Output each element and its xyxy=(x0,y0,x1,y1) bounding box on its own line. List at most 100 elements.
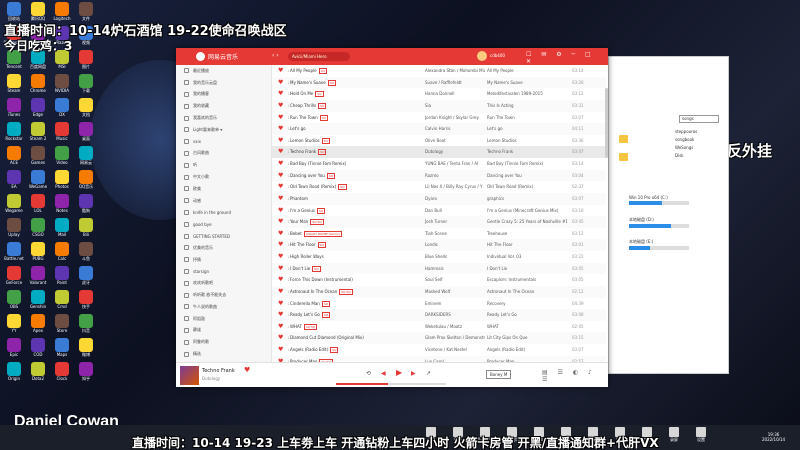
desktop-icon[interactable]: iTunes xyxy=(5,98,23,122)
desktop-icon[interactable]: GeForce xyxy=(5,266,23,290)
track-title[interactable]: All My People SQ xyxy=(290,68,418,74)
track-row[interactable]: ♥ ↓ Angels (Radio Edit) SQ Vicetone / Kat Ne… xyxy=(272,344,606,356)
track-album[interactable]: Recovery xyxy=(487,301,567,306)
track-title[interactable]: Hold On Me SQ xyxy=(290,91,418,98)
heart-icon[interactable]: ♥ xyxy=(278,160,283,167)
desktop-icon[interactable]: 微博 xyxy=(77,338,95,362)
track-album[interactable]: Angels (Radio Edit) xyxy=(487,347,567,352)
loop-icon[interactable]: ⟲ xyxy=(366,370,371,377)
heart-icon[interactable]: ♥ xyxy=(244,366,250,374)
desktop-icon[interactable]: Edge xyxy=(29,98,47,122)
track-artist[interactable]: Vicetone / Kat Nestel xyxy=(425,347,485,352)
window-controls[interactable]: ☐ ✉ ⚙ ─ □ ✕ xyxy=(526,51,608,65)
track-album[interactable]: Run The Town xyxy=(487,115,567,120)
heart-icon[interactable]: ♥ xyxy=(278,125,283,132)
avatar[interactable] xyxy=(477,51,487,61)
explorer-row[interactable]: WeSongs xyxy=(675,145,693,150)
sidebar-item[interactable]: sxix xyxy=(176,136,271,148)
heart-icon[interactable]: ♥ xyxy=(278,300,283,307)
sidebar-item[interactable]: 动感 xyxy=(176,195,271,207)
track-row[interactable]: ♥ ↓ Hold On Me SQ Hanna Donnell Melodifestiva… xyxy=(272,88,606,100)
track-album[interactable]: Escapism: Instrumentals xyxy=(487,277,567,282)
desktop-icon[interactable]: Valorant xyxy=(29,266,47,290)
track-row[interactable]: ♥ ↓ WHAT SQ SQ Weketulau / Maatz WHAT 02:45 xyxy=(272,321,606,333)
desktop-icon[interactable]: Uplay xyxy=(5,218,23,242)
heart-icon[interactable]: ♥ xyxy=(278,323,283,330)
track-album[interactable]: Hit The Floor xyxy=(487,242,567,247)
track-row[interactable]: ♥ ↓ Let's go Calvin Harris Let's go 04:11 xyxy=(272,123,606,135)
desktop-icon[interactable]: CSGO xyxy=(29,218,47,242)
sidebar-item[interactable]: 我的收藏 xyxy=(176,100,271,112)
explorer-row[interactable]: songbook xyxy=(675,137,694,142)
track-album[interactable]: Techno Frank xyxy=(487,149,567,154)
track-title[interactable]: High Roller Ways xyxy=(290,254,418,259)
track-title[interactable]: Old Town Road (Remix) SQ xyxy=(290,184,418,191)
track-row[interactable]: ♥ ↓ Bebet (CRAZY BOMB* Remix) Tiah Scene Tree… xyxy=(272,228,606,240)
desktop-icon[interactable]: Maps xyxy=(53,338,71,362)
track-album[interactable]: This Is Acting xyxy=(487,103,567,108)
track-title[interactable]: Run The Town SQ xyxy=(290,114,418,121)
album-cover[interactable] xyxy=(180,366,199,385)
back-arrow-icon[interactable]: ‹ › xyxy=(272,52,279,59)
desktop-icon[interactable]: Video xyxy=(53,146,71,170)
track-artist[interactable]: Dyaro xyxy=(425,196,485,201)
track-artist[interactable]: Masked Wolf xyxy=(425,289,485,294)
desktop-icon[interactable]: 快手 xyxy=(77,290,95,314)
progress-bar[interactable] xyxy=(336,383,446,385)
sidebar-item[interactable]: 欧美 xyxy=(176,183,271,195)
sidebar-item[interactable]: 午人说的歌曲 xyxy=(176,301,271,313)
heart-icon[interactable]: ♥ xyxy=(278,148,283,155)
heart-icon[interactable]: ♥ xyxy=(278,334,283,341)
desktop-icon[interactable]: 抖音 xyxy=(77,314,95,338)
track-title[interactable]: Techno Frank SQ xyxy=(290,149,418,156)
track-title[interactable]: WHAT SQ SQ xyxy=(290,323,418,330)
track-artist[interactable]: Glam Prox Skelton / Demonstrat xyxy=(425,335,485,340)
desktop-icon[interactable]: PUBG xyxy=(29,242,47,266)
track-album[interactable]: Lit City Gips On Que xyxy=(487,335,567,340)
desktop-icon[interactable]: OBS xyxy=(5,290,23,314)
sidebar-item[interactable]: Light要来歌单 ▾ xyxy=(176,124,271,136)
track-row[interactable]: ♥ ↓ Cheap Thrills SQ Sia This Is Acting 03:31 xyxy=(272,99,606,112)
sidebar-item[interactable]: 古风歌曲 xyxy=(176,148,271,160)
sidebar-item[interactable]: GETTING STARTED xyxy=(176,230,271,242)
track-album[interactable]: Bad Boy (Tinnie Fam Remix) xyxy=(487,161,567,166)
drive-item[interactable]: Win 10 Pro x64 (C:) xyxy=(629,195,693,205)
sidebar-item[interactable]: 中文小歌 xyxy=(176,171,271,183)
drive-item[interactable]: 本地磁盘 (D:) xyxy=(629,217,693,228)
folder-icon[interactable] xyxy=(619,153,628,161)
desktop-icon[interactable]: Calc xyxy=(53,242,71,266)
desktop-icon[interactable]: NVIDIA xyxy=(53,74,71,98)
track-row[interactable]: ♥ ↓ Ready Let's Go SQ DARKSIDERS Ready Let's … xyxy=(272,309,606,321)
track-artist[interactable]: Razmo xyxy=(425,173,485,178)
heart-icon[interactable]: ♥ xyxy=(278,183,283,190)
track-artist[interactable]: YUNG BAE / Tenta Fran / AI xyxy=(425,161,485,166)
track-album[interactable]: Gentle Crazy 5: 25 Years of Nashville #1… xyxy=(487,219,567,224)
track-artist[interactable]: Soul Self xyxy=(425,277,485,282)
track-title[interactable]: I Don't Lie SQ xyxy=(290,265,418,272)
track-row[interactable]: ♥ ↓ Lemon Studios SQ Olive Beat Lemon Studios… xyxy=(272,135,606,147)
track-album[interactable]: Astronaut In The Ocean xyxy=(487,289,567,294)
music-player-window[interactable]: 网易云音乐 ‹ › Avicii/Miami Hero cdb400 ☐ ✉ ⚙… xyxy=(176,48,608,387)
heart-icon[interactable]: ♥ xyxy=(278,90,283,97)
track-artist[interactable]: Lil Nas X / Billy Ray Cyrus / Y xyxy=(425,184,485,189)
heart-icon[interactable]: ♥ xyxy=(278,276,283,283)
desktop-icon[interactable]: YY xyxy=(5,314,23,338)
desktop-icon[interactable]: EA xyxy=(5,170,23,194)
track-artist[interactable]: Calvin Harris xyxy=(425,126,485,131)
track-title[interactable]: Your Man SQ SQ xyxy=(290,219,418,226)
heart-icon[interactable]: ♥ xyxy=(278,195,283,202)
desktop-icon[interactable]: 知乎 xyxy=(77,362,95,386)
desktop-icon[interactable]: Steam 2 xyxy=(29,122,47,146)
track-list[interactable]: ♥ ↓ All My People SQ Alexandra Stan / Mohomb… xyxy=(272,65,606,362)
sidebar-item[interactable]: 我的播客 xyxy=(176,89,271,101)
desktop-icon[interactable]: 下载 xyxy=(77,74,95,98)
track-row[interactable]: ♥ ↓ Run The Town SQ Jordan Knight / Skylar G… xyxy=(272,112,606,124)
desktop-icon[interactable]: Paint xyxy=(53,266,71,290)
track-row[interactable]: ♥ ↓ Your Man SQ SQ Josh Turner Gentle Crazy 5… xyxy=(272,216,606,228)
sidebar-item[interactable]: 优美的音乐 xyxy=(176,242,271,254)
heart-icon[interactable]: ♥ xyxy=(278,137,283,144)
desktop-icon[interactable]: Cmd xyxy=(53,290,71,314)
desktop-icon[interactable]: 酷狗 xyxy=(77,194,95,218)
track-artist[interactable]: Jordan Knight / Skylar Grey xyxy=(425,115,485,120)
desktop-icon[interactable]: COD xyxy=(29,338,47,362)
